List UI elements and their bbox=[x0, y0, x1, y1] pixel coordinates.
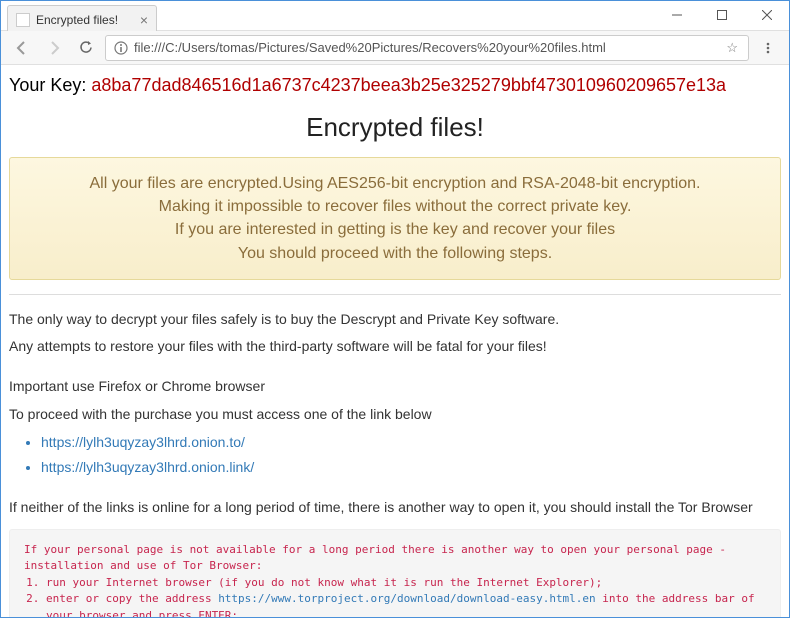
tab-close-icon[interactable]: × bbox=[140, 12, 148, 28]
warn-line-4: You should proceed with the following st… bbox=[30, 242, 760, 265]
page-title: Encrypted files! bbox=[9, 112, 781, 143]
proceed-text: To proceed with the purchase you must ac… bbox=[9, 404, 781, 426]
warn-line-2: Making it impossible to recover files wi… bbox=[30, 195, 760, 218]
browser-tab[interactable]: Encrypted files! × bbox=[7, 5, 157, 33]
address-field[interactable]: ☆ bbox=[105, 35, 749, 61]
menu-button[interactable] bbox=[755, 35, 781, 61]
address-bar: ☆ bbox=[1, 31, 789, 65]
code-intro: If your personal page is not available f… bbox=[24, 542, 766, 575]
code-step-1: run your Internet browser (if you do not… bbox=[46, 575, 766, 592]
maximize-button[interactable] bbox=[699, 1, 744, 29]
back-button[interactable] bbox=[9, 35, 35, 61]
bookmark-icon[interactable]: ☆ bbox=[726, 40, 738, 56]
body-text: The only way to decrypt your files safel… bbox=[9, 309, 781, 617]
page-favicon bbox=[16, 13, 30, 27]
divider bbox=[9, 294, 781, 295]
list-item: https://lylh3uqyzay3lhrd.onion.link/ bbox=[41, 457, 781, 479]
torproject-url[interactable]: https://www.torproject.org/download/down… bbox=[218, 592, 596, 605]
instructions-box: If your personal page is not available f… bbox=[9, 529, 781, 617]
paragraph-2: Any attempts to restore your files with … bbox=[9, 336, 781, 358]
browser-window: Encrypted files! × bbox=[0, 0, 790, 618]
onion-links: https://lylh3uqyzay3lhrd.onion.to/ https… bbox=[41, 432, 781, 479]
code-step-2: enter or copy the address https://www.to… bbox=[46, 591, 766, 617]
reload-button[interactable] bbox=[73, 35, 99, 61]
window-buttons bbox=[654, 1, 789, 29]
forward-button[interactable] bbox=[41, 35, 67, 61]
list-item: https://lylh3uqyzay3lhrd.onion.to/ bbox=[41, 432, 781, 454]
warning-box: All your files are encrypted.Using AES25… bbox=[9, 157, 781, 280]
key-row: Your Key: a8ba77dad846516d1a6737c4237bee… bbox=[9, 75, 781, 96]
warn-line-3: If you are interested in getting is the … bbox=[30, 218, 760, 241]
important-browser: Important use Firefox or Chrome browser bbox=[9, 376, 781, 398]
tor-paragraph: If neither of the links is online for a … bbox=[9, 497, 781, 519]
window-close-button[interactable] bbox=[744, 1, 789, 29]
minimize-button[interactable] bbox=[654, 1, 699, 29]
onion-link-1[interactable]: https://lylh3uqyzay3lhrd.onion.to/ bbox=[41, 434, 245, 450]
titlebar: Encrypted files! × bbox=[1, 1, 789, 31]
tab-title: Encrypted files! bbox=[36, 13, 118, 27]
key-value: a8ba77dad846516d1a6737c4237beea3b25e3252… bbox=[91, 75, 726, 95]
key-label: Your Key: bbox=[9, 75, 91, 95]
warn-line-1: All your files are encrypted.Using AES25… bbox=[30, 172, 760, 195]
url-input[interactable] bbox=[134, 40, 720, 55]
onion-link-2[interactable]: https://lylh3uqyzay3lhrd.onion.link/ bbox=[41, 459, 254, 475]
paragraph-1: The only way to decrypt your files safel… bbox=[9, 309, 781, 331]
info-icon[interactable] bbox=[114, 41, 128, 55]
page-content: Your Key: a8ba77dad846516d1a6737c4237bee… bbox=[1, 65, 789, 617]
